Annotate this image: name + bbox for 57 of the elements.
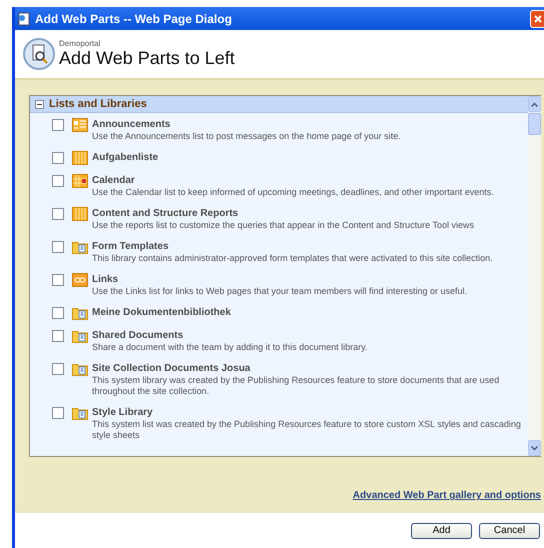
web-part-name[interactable]: Meine Dokumentenbibliothek bbox=[92, 306, 522, 319]
checkbox[interactable] bbox=[52, 407, 64, 419]
site-name: Demoportal bbox=[59, 39, 102, 48]
checkbox[interactable] bbox=[52, 330, 64, 342]
cancel-button[interactable]: Cancel bbox=[479, 522, 540, 538]
section-header[interactable]: Lists and Libraries bbox=[30, 96, 528, 113]
close-icon bbox=[532, 14, 542, 24]
checkbox[interactable] bbox=[52, 152, 64, 164]
web-part-description: Use the reports list to customize the queries that appear in the Content and Structure Tool views bbox=[92, 220, 476, 231]
web-part-name[interactable]: Announcements bbox=[92, 118, 522, 131]
dialog-heading: Add Web Parts to Left bbox=[59, 48, 235, 69]
checkbox[interactable] bbox=[52, 119, 64, 131]
web-part-name[interactable]: Shared Documents bbox=[92, 329, 522, 342]
web-part-name[interactable]: Aufgabenliste bbox=[92, 151, 522, 164]
magnifier-document-icon bbox=[23, 38, 55, 70]
web-part-name[interactable]: Style Library bbox=[92, 406, 522, 419]
list-icon bbox=[72, 207, 88, 221]
checkbox[interactable] bbox=[52, 363, 64, 375]
folder-icon bbox=[72, 406, 88, 420]
scroll-thumb[interactable] bbox=[528, 113, 541, 135]
collapse-icon[interactable] bbox=[35, 100, 44, 108]
add-button[interactable]: Add bbox=[411, 522, 472, 538]
announcement-list-icon bbox=[72, 118, 88, 132]
web-part-description: This library contains administrator-approved form templates that were activated to this site collection. bbox=[92, 253, 494, 264]
web-part-description: This system library was created by the Publishing Resources feature to store documents that are used throughout the site collection. bbox=[92, 375, 500, 397]
links-icon bbox=[72, 273, 88, 287]
web-part-description: Share a document with the team by adding it to this document library. bbox=[92, 342, 368, 353]
scroll-down-button[interactable] bbox=[528, 440, 541, 456]
section-title: Lists and Libraries bbox=[49, 98, 147, 110]
checkbox[interactable] bbox=[52, 208, 64, 220]
checkbox[interactable] bbox=[52, 307, 64, 319]
caret-up-icon bbox=[531, 102, 538, 106]
advanced-options-link[interactable]: Advanced Web Part gallery and options bbox=[352, 490, 541, 501]
checkbox[interactable] bbox=[52, 274, 64, 286]
window-title: Add Web Parts -- Web Page Dialog bbox=[35, 12, 233, 26]
checkbox[interactable] bbox=[52, 175, 64, 187]
web-part-name[interactable]: Form Templates bbox=[92, 240, 522, 253]
web-part-description: Use the Announcements list to post messages on the home page of your site. bbox=[92, 131, 402, 142]
web-part-name[interactable]: Links bbox=[92, 273, 522, 286]
web-part-name[interactable]: Calendar bbox=[92, 174, 522, 187]
page-icon bbox=[17, 12, 31, 26]
caret-down-icon bbox=[531, 446, 538, 450]
folder-icon bbox=[72, 329, 88, 343]
list-icon bbox=[72, 151, 88, 165]
web-part-name[interactable]: Site Collection Documents Josua bbox=[92, 362, 522, 375]
web-part-name[interactable]: Content and Structure Reports bbox=[92, 207, 522, 220]
web-part-description: Use the Links list for links to Web pages that your team members will find interesting or useful. bbox=[92, 286, 468, 297]
checkbox[interactable] bbox=[52, 241, 64, 253]
folder-icon bbox=[72, 362, 88, 376]
folder-icon bbox=[72, 306, 88, 320]
calendar-icon bbox=[72, 174, 88, 188]
scroll-up-button[interactable] bbox=[528, 96, 541, 112]
web-part-description: This system list was created by the Publishing Resources feature to store custom XSL styles and cascading style sheets bbox=[92, 419, 522, 441]
folder-icon bbox=[72, 240, 88, 254]
web-part-description: Use the Calendar list to keep informed of upcoming meetings, deadlines, and other important events. bbox=[92, 187, 495, 198]
close-button[interactable] bbox=[530, 10, 544, 28]
scrollbar[interactable] bbox=[528, 96, 541, 456]
